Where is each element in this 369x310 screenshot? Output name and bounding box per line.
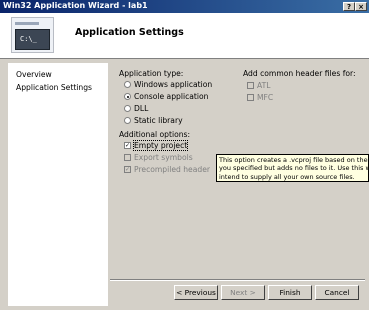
console-application-radio[interactable] bbox=[124, 93, 131, 100]
additional-options-label: Additional options: bbox=[119, 130, 191, 139]
mfc-label[interactable]: MFC bbox=[257, 93, 273, 102]
tooltip-line: you specified but adds no files to it. U… bbox=[219, 164, 368, 173]
console-screen: C:\_ bbox=[15, 29, 50, 50]
precompiled-header-label[interactable]: Precompiled header bbox=[134, 165, 210, 174]
export-symbols-checkbox[interactable] bbox=[124, 154, 131, 161]
window-title: Win32 Application Wizard - lab1 bbox=[3, 1, 148, 10]
static-library-radio[interactable] bbox=[124, 117, 131, 124]
page-title: Application Settings bbox=[75, 27, 184, 38]
export-symbols-label[interactable]: Export symbols bbox=[134, 153, 193, 162]
console-prompt: C:\_ bbox=[20, 35, 37, 43]
tooltip-line: intend to supply all your own source fil… bbox=[219, 172, 355, 181]
application-type-label: Application type: bbox=[119, 69, 184, 78]
wizard-nav: Overview Application Settings bbox=[8, 63, 108, 306]
nav-item-overview[interactable]: Overview bbox=[16, 70, 52, 79]
windows-application-label[interactable]: Windows application bbox=[134, 80, 212, 89]
cancel-button[interactable]: Cancel bbox=[315, 285, 359, 300]
help-button[interactable]: ? bbox=[343, 2, 355, 11]
mfc-checkbox[interactable] bbox=[247, 94, 254, 101]
static-library-label[interactable]: Static library bbox=[134, 116, 183, 125]
atl-label[interactable]: ATL bbox=[257, 81, 270, 90]
wizard-header: C:\_ Application Settings bbox=[0, 13, 369, 59]
empty-project-checkbox[interactable]: ✓ bbox=[124, 142, 131, 149]
settings-pane: Application type: Windows application Co… bbox=[110, 63, 365, 306]
close-button[interactable]: × bbox=[355, 2, 367, 11]
dll-label[interactable]: DLL bbox=[134, 104, 148, 113]
next-button[interactable]: Next > bbox=[221, 285, 265, 300]
title-bar[interactable]: Win32 Application Wizard - lab1 ? × bbox=[0, 0, 369, 13]
nav-item-application-settings[interactable]: Application Settings bbox=[16, 83, 92, 92]
header-files-label: Add common header files for: bbox=[243, 69, 356, 78]
button-separator bbox=[110, 279, 365, 281]
precompiled-header-checkbox[interactable]: ✓ bbox=[124, 166, 131, 173]
empty-project-label[interactable]: Empty project bbox=[132, 140, 189, 151]
console-banner-icon: C:\_ bbox=[11, 17, 54, 53]
atl-checkbox[interactable] bbox=[247, 82, 254, 89]
console-application-label[interactable]: Console application bbox=[134, 92, 208, 101]
finish-button[interactable]: Finish bbox=[268, 285, 312, 300]
previous-button[interactable]: < Previous bbox=[174, 285, 218, 300]
banner-strip bbox=[15, 22, 39, 25]
empty-project-tooltip: This option creates a .vcproj file based… bbox=[216, 154, 369, 182]
tooltip-line: This option creates a .vcproj file based… bbox=[219, 156, 368, 164]
dll-radio[interactable] bbox=[124, 105, 131, 112]
windows-application-radio[interactable] bbox=[124, 81, 131, 88]
